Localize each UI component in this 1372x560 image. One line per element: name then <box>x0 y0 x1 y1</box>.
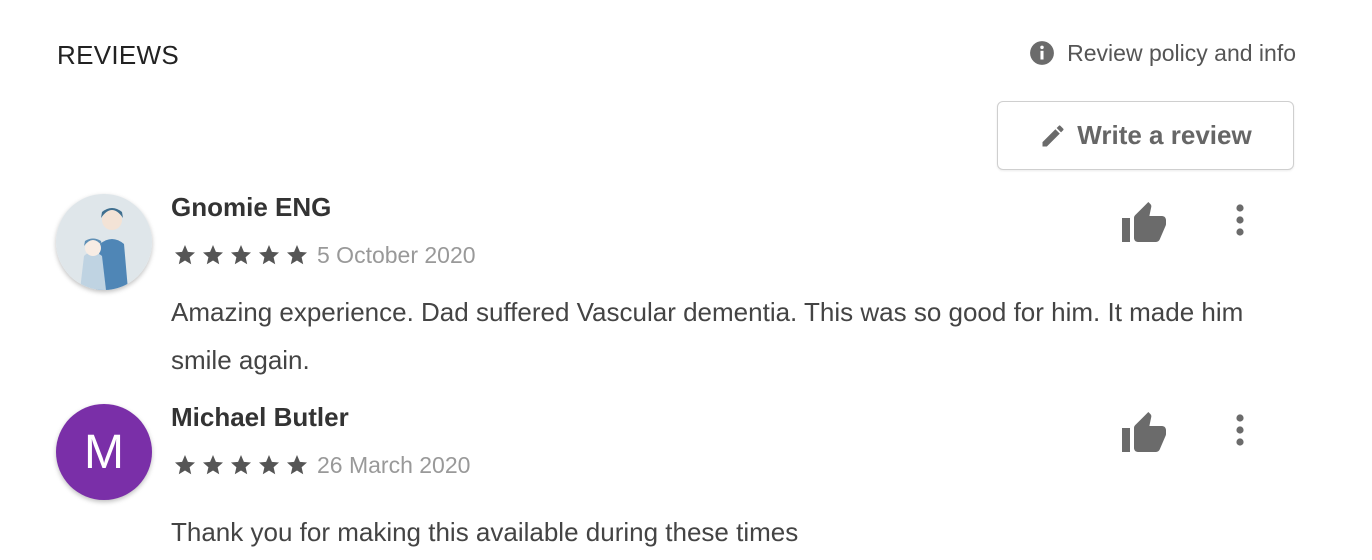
more-vert-icon[interactable] <box>1224 202 1256 238</box>
reviewer-name: Gnomie ENG <box>171 192 332 222</box>
more-vert-icon[interactable] <box>1224 412 1256 448</box>
write-review-label: Write a review <box>1077 120 1252 150</box>
pencil-icon <box>1042 124 1064 146</box>
star-rating <box>173 453 309 477</box>
star-icon <box>259 245 279 265</box>
star-icon <box>175 245 195 265</box>
thumbs-up-icon[interactable] <box>1120 410 1168 454</box>
star-icon <box>287 245 307 265</box>
review-text: Thank you for making this available duri… <box>171 517 799 547</box>
illustrated-character-avatar <box>56 194 152 290</box>
avatar: M <box>56 404 152 500</box>
review-date: 26 March 2020 <box>317 451 471 478</box>
star-icon <box>203 245 223 265</box>
star-icon <box>231 245 251 265</box>
section-title: REVIEWS <box>57 40 180 70</box>
star-icon <box>175 455 195 475</box>
star-icon <box>231 455 251 475</box>
review-policy-label: Review policy and info <box>1067 39 1296 66</box>
star-rating <box>173 243 309 267</box>
write-review-button[interactable]: Write a review <box>997 101 1294 170</box>
rating-row: 26 March 2020 <box>173 450 470 480</box>
star-icon <box>287 455 307 475</box>
thumbs-up-icon[interactable] <box>1120 200 1168 244</box>
review-text: Amazing experience. Dad suffered Vascula… <box>171 297 1244 375</box>
star-icon <box>259 455 279 475</box>
info-icon <box>1030 41 1055 65</box>
rating-row: 5 October 2020 <box>173 240 476 270</box>
review-date: 5 October 2020 <box>317 241 476 268</box>
avatar <box>56 194 152 290</box>
reviewer-name: Michael Butler <box>171 402 349 432</box>
star-icon <box>203 455 223 475</box>
review-policy-link[interactable]: Review policy and info <box>1029 38 1296 68</box>
